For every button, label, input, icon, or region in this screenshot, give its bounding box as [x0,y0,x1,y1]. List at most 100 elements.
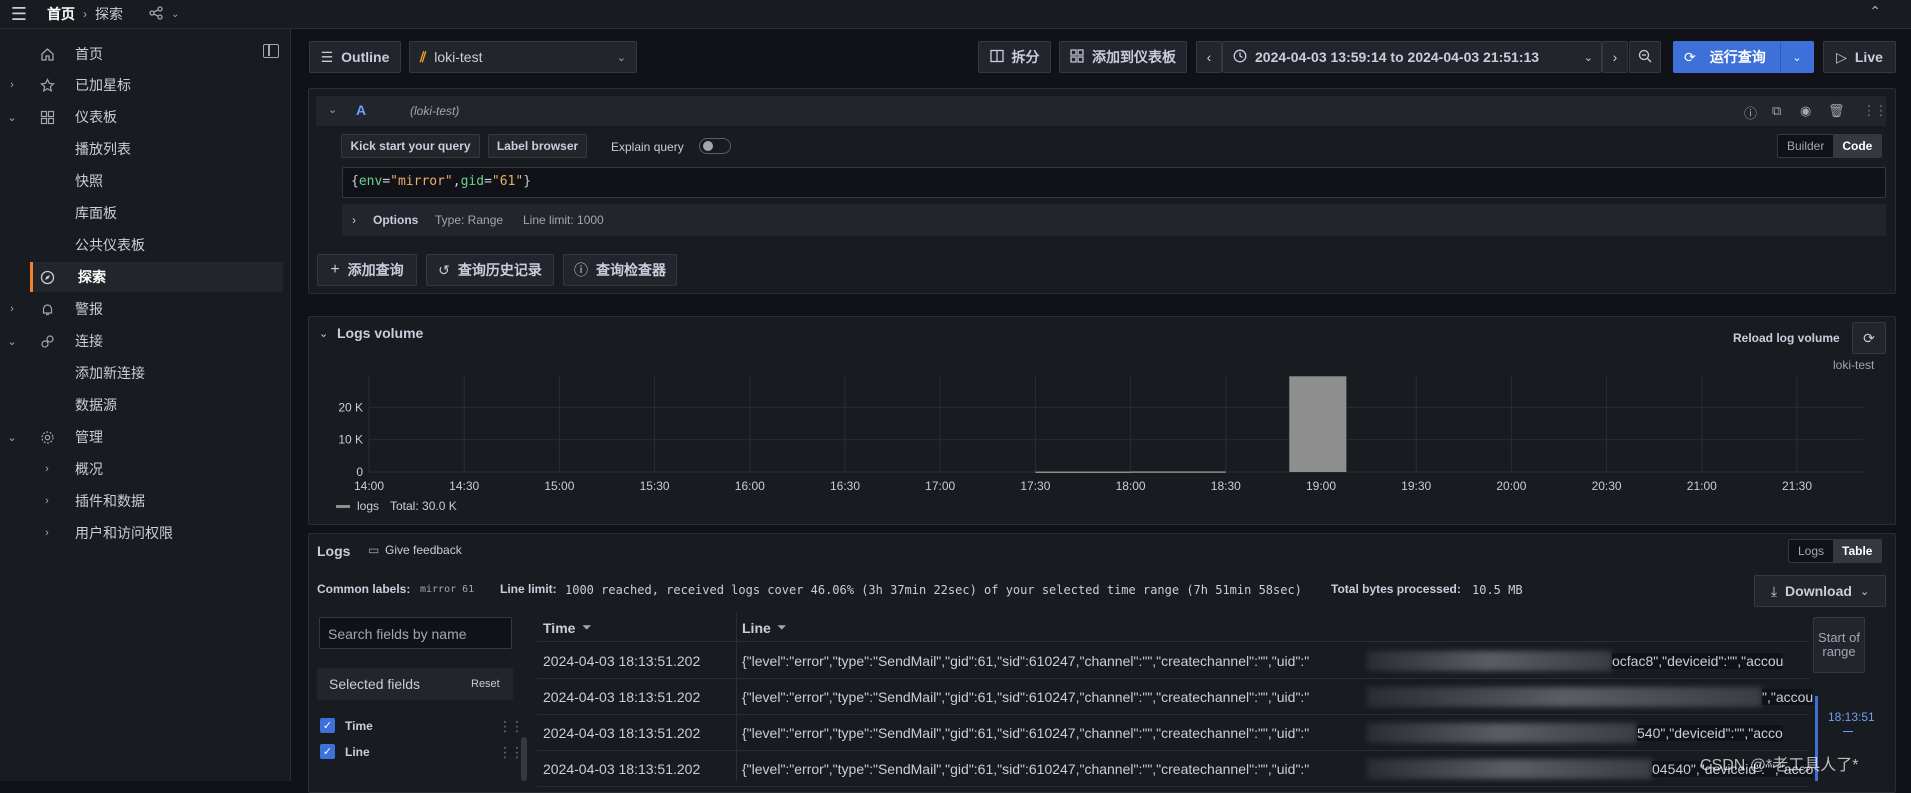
breadcrumb-current: 探索 [95,6,123,22]
logs-view-tab[interactable]: Logs [1789,540,1833,562]
time-back-button[interactable]: ‹ [1196,41,1222,73]
collapse-chevron-icon[interactable]: ⌄ [5,335,19,348]
drag-handle-icon[interactable]: ⋮⋮ [1862,102,1888,119]
reload-log-volume-button[interactable]: ⟳ [1852,322,1886,354]
query-inspector-button[interactable]: ⓘ 查询检查器 [563,254,677,286]
sidebar-item-add-connection[interactable]: 添加新连接 [0,358,283,388]
live-button[interactable]: ▷ Live [1823,41,1896,73]
start-of-range-button[interactable]: Start of range [1813,617,1865,673]
table-row[interactable]: 2024-04-03 18:13:51.202 {"level":"error"… [537,715,1809,751]
table-row[interactable]: 2024-04-03 18:13:51.202 {"level":"error"… [537,679,1814,715]
sidebar-item-public-dashboards[interactable]: 公共仪表板 [0,230,283,260]
menu-icon[interactable]: ☰ [0,4,38,24]
sidebar-item-explore[interactable]: 探索 [30,262,283,292]
filter-icon[interactable]: ⏷ [582,620,592,635]
sidebar-item-general[interactable]: › 概况 [0,454,283,484]
sidebar-item-plugins-data[interactable]: › 插件和数据 [0,486,283,516]
duplicate-icon[interactable]: ⧉ [1772,103,1781,119]
logs-title: Logs [317,543,351,559]
time-forward-button[interactable]: › [1602,41,1628,73]
field-item-time[interactable]: ✓ Time [320,718,373,733]
volume-datasource-label: loki-test [1833,358,1875,372]
run-query-options-button[interactable]: ⌄ [1780,41,1814,73]
column-header-time[interactable]: Time [543,620,575,636]
label-browser-button[interactable]: Label browser [488,134,587,158]
table-row[interactable]: 2024-04-03 18:13:51.202 {"level":"error"… [537,643,1809,679]
kick-start-button[interactable]: Kick start your query [341,134,480,158]
query-editor[interactable]: {env="mirror",gid="61"} [342,167,1886,198]
sidebar-item-dashboards[interactable]: ⌄ 仪表板 [0,102,283,132]
table-row[interactable]: 2024-04-03 18:13:51.202 {"level":"error"… [537,751,1814,787]
sidebar-item-starred[interactable]: › 已加星标 [0,70,283,100]
help-icon[interactable]: ⓘ [1744,103,1757,122]
add-query-button[interactable]: + 添加查询 [317,254,417,286]
explain-query-toggle[interactable] [699,138,731,154]
collapse-chevron-icon[interactable]: ⌃ [1869,3,1881,20]
logs-view-switch: Logs Table [1788,539,1883,563]
builder-tab[interactable]: Builder [1778,135,1833,157]
collapse-chevron-icon[interactable]: ⌄ [328,103,337,116]
run-query-button[interactable]: ⟳ 运行查询 [1673,41,1795,73]
sidebar-item-connections[interactable]: ⌄ 连接 [0,326,283,356]
sidebar-item-alerting[interactable]: › 警报 [0,294,283,324]
search-fields-input[interactable]: Search fields by name [319,617,512,649]
link-icon [38,332,56,350]
query-ref-id[interactable]: A [356,102,366,118]
line-limit-value: 1000 reached, received logs cover 46.06%… [565,583,1302,597]
expand-chevron-icon[interactable]: › [40,495,54,507]
chevron-down-icon[interactable]: ⌄ [171,9,179,20]
outline-button[interactable]: ☰ Outline [309,41,401,73]
give-feedback-link[interactable]: Give feedback [385,543,462,557]
logs-volume-title: Logs volume [337,325,424,341]
add-to-dashboard-button[interactable]: 添加到仪表板 [1059,41,1187,73]
time-range-picker[interactable]: 2024-04-03 13:59:14 to 2024-04-03 21:51:… [1222,41,1602,73]
collapse-chevron-icon[interactable]: ⌄ [5,111,19,124]
column-header-line[interactable]: Line [742,620,771,636]
expand-chevron-icon[interactable]: › [40,527,54,539]
sidebar-item-library-panels[interactable]: 库面板 [0,198,283,228]
redacted-region [1367,651,1612,671]
options-line-limit: Line limit: 1000 [523,213,604,227]
line-limit-label: Line limit: [500,582,557,596]
expand-chevron-icon[interactable]: › [5,303,19,315]
query-row-header [316,96,1886,126]
sidebar-item-administration[interactable]: ⌄ 管理 [0,422,283,452]
field-item-line[interactable]: ✓ Line [320,744,370,759]
expand-chevron-icon[interactable]: › [5,79,19,91]
fields-scrollbar[interactable] [521,737,527,781]
legend-series-name[interactable]: logs [357,499,379,513]
collapse-chevron-icon[interactable]: ⌄ [319,327,328,340]
share-icon[interactable] [149,5,163,23]
play-icon: ▷ [1836,48,1847,65]
sidebar-item-home[interactable]: 首页 [0,39,283,69]
sidebar-item-playlists[interactable]: 播放列表 [0,134,283,164]
filter-icon[interactable]: ⏷ [777,620,787,635]
zoom-out-button[interactable] [1629,41,1661,73]
zoom-out-icon [1638,49,1652,66]
code-tab[interactable]: Code [1833,135,1882,157]
sidebar-item-users-access[interactable]: › 用户和访问权限 [0,518,283,548]
sidebar-item-snapshots[interactable]: 快照 [0,166,283,196]
checkbox-checked-icon[interactable]: ✓ [320,718,335,733]
explain-query-label: Explain query [611,140,684,154]
eye-icon[interactable]: ◉ [1800,103,1811,119]
table-view-tab[interactable]: Table [1833,540,1882,562]
sidebar-item-datasources[interactable]: 数据源 [0,390,283,420]
reset-fields-button[interactable]: Reset [471,678,500,690]
drag-handle-icon[interactable]: ⋮⋮ [498,744,524,761]
download-button[interactable]: ⤓ Download ⌄ [1754,575,1886,607]
expand-chevron-icon[interactable]: › [40,463,54,475]
query-history-button[interactable]: ↺ 查询历史记录 [426,254,554,286]
drag-handle-icon[interactable]: ⋮⋮ [498,718,524,735]
collapse-chevron-icon[interactable]: ⌄ [5,431,19,444]
checkbox-checked-icon[interactable]: ✓ [320,744,335,759]
breadcrumb-home[interactable]: 首页 [47,4,75,24]
split-button[interactable]: 拆分 [978,41,1051,73]
query-datasource-hint: (loki-test) [410,104,460,118]
expand-chevron-icon[interactable]: › [352,213,356,227]
chevron-down-icon: ⌄ [616,51,626,64]
datasource-picker[interactable]: ⫽ loki-test ⌄ [409,41,637,73]
trash-icon[interactable]: 🗑 [1828,103,1845,119]
reload-log-volume-label: Reload log volume [1733,331,1840,345]
logs-volume-panel [308,316,1896,525]
